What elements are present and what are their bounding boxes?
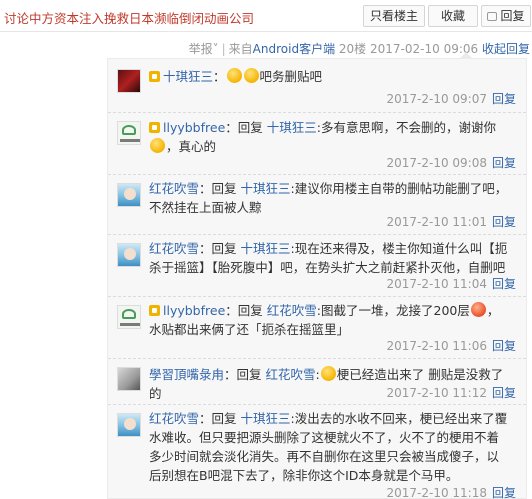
comment-footer: 2017-2-10 11:12 回复 bbox=[386, 384, 516, 401]
reply-word: 回复 bbox=[237, 303, 263, 318]
reply-word: 回复 bbox=[211, 411, 237, 426]
comment-reply-link[interactable]: 回复 bbox=[492, 156, 516, 170]
reply-button-label: 回复 bbox=[500, 9, 525, 23]
comment-footer: 2017-2-10 11:06 回复 bbox=[386, 337, 516, 354]
reply-word: 回复 bbox=[236, 367, 262, 382]
comment-footer: 2017-2-10 11:04 回复 bbox=[386, 275, 516, 292]
avatar[interactable] bbox=[117, 183, 141, 207]
comment-author[interactable]: 十琪狂三 bbox=[163, 69, 213, 84]
reply-target[interactable]: 十琪狂三 bbox=[241, 241, 291, 256]
comment-item: 十琪狂三： 吧务删贴吧 2017-2-10 09:07 回复 bbox=[108, 59, 526, 113]
reply-button[interactable]: 回复 bbox=[481, 5, 531, 27]
comment-item: llyybbfree：回复 红花吹雪:图截了一堆，龙接了200层 ，水贴都出来俩了… bbox=[108, 297, 526, 359]
comment-item: 红花吹雪：回复 十琪狂三:现在还来得及，楼主你知道什么叫【扼杀于摇篮】【胎死腹中… bbox=[108, 235, 526, 297]
comment-text: :现在还来得及，楼主你知道什么叫【扼杀于摇篮】【胎死腹中】吧，在势头扩大之前赶紧… bbox=[149, 241, 508, 275]
thread-title[interactable]: 讨论中方资本注入挽救日本濒临倒闭动画公司 bbox=[4, 8, 254, 27]
comment-footer: 2017-2-10 09:07 回复 bbox=[386, 90, 516, 107]
reply-target[interactable]: 十琪狂三 bbox=[267, 120, 317, 135]
comment-time: 2017-2-10 11:06 bbox=[386, 339, 487, 353]
reply-target[interactable]: 十琪狂三 bbox=[241, 181, 291, 196]
comment-body: llyybbfree：回复 十琪狂三:多有意思啊，不会删的，谢谢你，真心的 bbox=[149, 118, 509, 156]
comment-text: :建议你用楼主自带的删帖功能删了吧，不然挂在上面被人黥 bbox=[149, 181, 508, 215]
meta-separator: | bbox=[221, 42, 226, 56]
comment-body: 红花吹雪：回复 十琪狂三:建议你用楼主自带的删帖功能删了吧，不然挂在上面被人黥 bbox=[149, 181, 508, 215]
comment-item: 红花吹雪：回复 十琪狂三:泼出去的水收不回来，梗已经出来了覆水难收。但只要把源头… bbox=[108, 405, 526, 499]
avatar[interactable] bbox=[117, 69, 141, 93]
angry-emoji-icon bbox=[470, 302, 486, 317]
client-link[interactable]: Android客户端 bbox=[253, 42, 335, 56]
comment-reply-link[interactable]: 回复 bbox=[492, 277, 516, 291]
comment-text: 吧务删贴吧 bbox=[259, 69, 323, 84]
comment-author[interactable]: 红花吹雪 bbox=[149, 241, 199, 256]
comment-author[interactable]: llyybbfree bbox=[163, 120, 225, 135]
comment-text: : bbox=[315, 367, 320, 382]
comment-author[interactable]: 红花吹雪 bbox=[149, 181, 199, 196]
comment-time: 2017-2-10 11:04 bbox=[386, 277, 487, 291]
comment-reply-link[interactable]: 回复 bbox=[492, 92, 516, 106]
floor-number: 20楼 bbox=[338, 42, 367, 56]
comment-text-cont: ，真心的 bbox=[166, 139, 217, 154]
reply-panel: 十琪狂三： 吧务删贴吧 2017-2-10 09:07 回复 llyybbfree：… bbox=[107, 58, 527, 499]
post-meta: 举报˅ | 来自Android客户端 20楼 2017-02-10 09:06 收起… bbox=[180, 40, 530, 57]
comment-time: 2017-2-10 09:08 bbox=[386, 156, 487, 170]
report-link[interactable]: 举报˅ bbox=[189, 42, 219, 56]
smile-emoji-icon bbox=[226, 68, 242, 83]
reply-word: 回复 bbox=[211, 241, 237, 256]
comment-body: 十琪狂三： 吧务删贴吧 bbox=[149, 67, 509, 86]
comment-reply-link[interactable]: 回复 bbox=[492, 339, 516, 353]
avatar[interactable] bbox=[117, 121, 141, 145]
comment-reply-link[interactable]: 回复 bbox=[492, 215, 516, 229]
comment-time: 2017-2-10 11:18 bbox=[386, 486, 487, 499]
comment-reply-link[interactable]: 回复 bbox=[492, 386, 516, 400]
reply-icon bbox=[487, 12, 498, 21]
comment-item: llyybbfree：回复 十琪狂三:多有意思啊，不会删的，谢谢你，真心的 20… bbox=[108, 113, 526, 175]
laugh-emoji-icon bbox=[150, 138, 165, 153]
smile-emoji-icon bbox=[243, 68, 259, 83]
comment-footer: 2017-2-10 11:01 回复 bbox=[386, 213, 516, 230]
member-badge-icon bbox=[149, 305, 160, 316]
avatar[interactable] bbox=[117, 305, 141, 329]
comment-body: llyybbfree：回复 红花吹雪:图截了一堆，龙接了200层 ，水贴都出来俩了… bbox=[149, 302, 500, 337]
comment-reply-link[interactable]: 回复 bbox=[492, 486, 516, 499]
reply-target[interactable]: 红花吹雪 bbox=[266, 367, 316, 382]
avatar[interactable] bbox=[117, 413, 141, 437]
reply-target[interactable]: 红花吹雪 bbox=[267, 303, 317, 318]
comment-time: 2017-2-10 11:12 bbox=[386, 386, 487, 400]
avatar[interactable] bbox=[117, 367, 141, 391]
reply-word: 回复 bbox=[237, 120, 263, 135]
comment-author[interactable]: llyybbfree bbox=[163, 303, 225, 318]
only-owner-button[interactable]: 只看楼主 bbox=[363, 5, 425, 27]
reply-word: 回复 bbox=[211, 181, 237, 196]
comment-text: :多有意思啊，不会删的，谢谢你 bbox=[316, 120, 497, 135]
comment-footer: 2017-2-10 11:18 回复 bbox=[386, 484, 516, 499]
avatar[interactable] bbox=[117, 243, 141, 267]
comment-item: 學習頂嘴彔甪：回复 红花吹雪: 梗已经造出来了 删贴是没救了的 2017-2-10… bbox=[108, 359, 526, 405]
favorite-button[interactable]: 收藏 bbox=[428, 5, 478, 27]
grin-emoji-icon bbox=[320, 366, 336, 381]
from-prefix: 来自 bbox=[228, 42, 253, 56]
member-badge-icon bbox=[149, 71, 160, 82]
comment-item: 红花吹雪：回复 十琪狂三:建议你用楼主自带的删帖功能删了吧，不然挂在上面被人黥 … bbox=[108, 175, 526, 235]
member-badge-icon bbox=[149, 122, 160, 133]
collapse-replies-link[interactable]: 收起回复 bbox=[482, 42, 530, 56]
comment-body: 红花吹雪：回复 十琪狂三:泼出去的水收不回来，梗已经出来了覆水难收。但只要把源头… bbox=[149, 411, 508, 483]
comment-body: 红花吹雪：回复 十琪狂三:现在还来得及，楼主你知道什么叫【扼杀于摇篮】【胎死腹中… bbox=[149, 241, 508, 275]
comment-author[interactable]: 學習頂嘴彔甪 bbox=[149, 367, 224, 382]
comment-time: 2017-2-10 09:07 bbox=[386, 92, 487, 106]
comment-author[interactable]: 红花吹雪 bbox=[149, 411, 199, 426]
reply-target[interactable]: 十琪狂三 bbox=[241, 411, 291, 426]
thread-header-bar: 讨论中方资本注入挽救日本濒临倒闭动画公司 只看楼主 收藏 回复 bbox=[0, 0, 532, 32]
comment-footer: 2017-2-10 09:08 回复 bbox=[386, 154, 516, 171]
comment-text: :泼出去的水收不回来，梗已经出来了覆水难收。但只要把源头删除了这梗就火不了，火不… bbox=[149, 411, 508, 483]
comment-time: 2017-2-10 11:01 bbox=[386, 215, 487, 229]
comment-text: :图截了一堆，龙接了200层 bbox=[316, 303, 470, 318]
